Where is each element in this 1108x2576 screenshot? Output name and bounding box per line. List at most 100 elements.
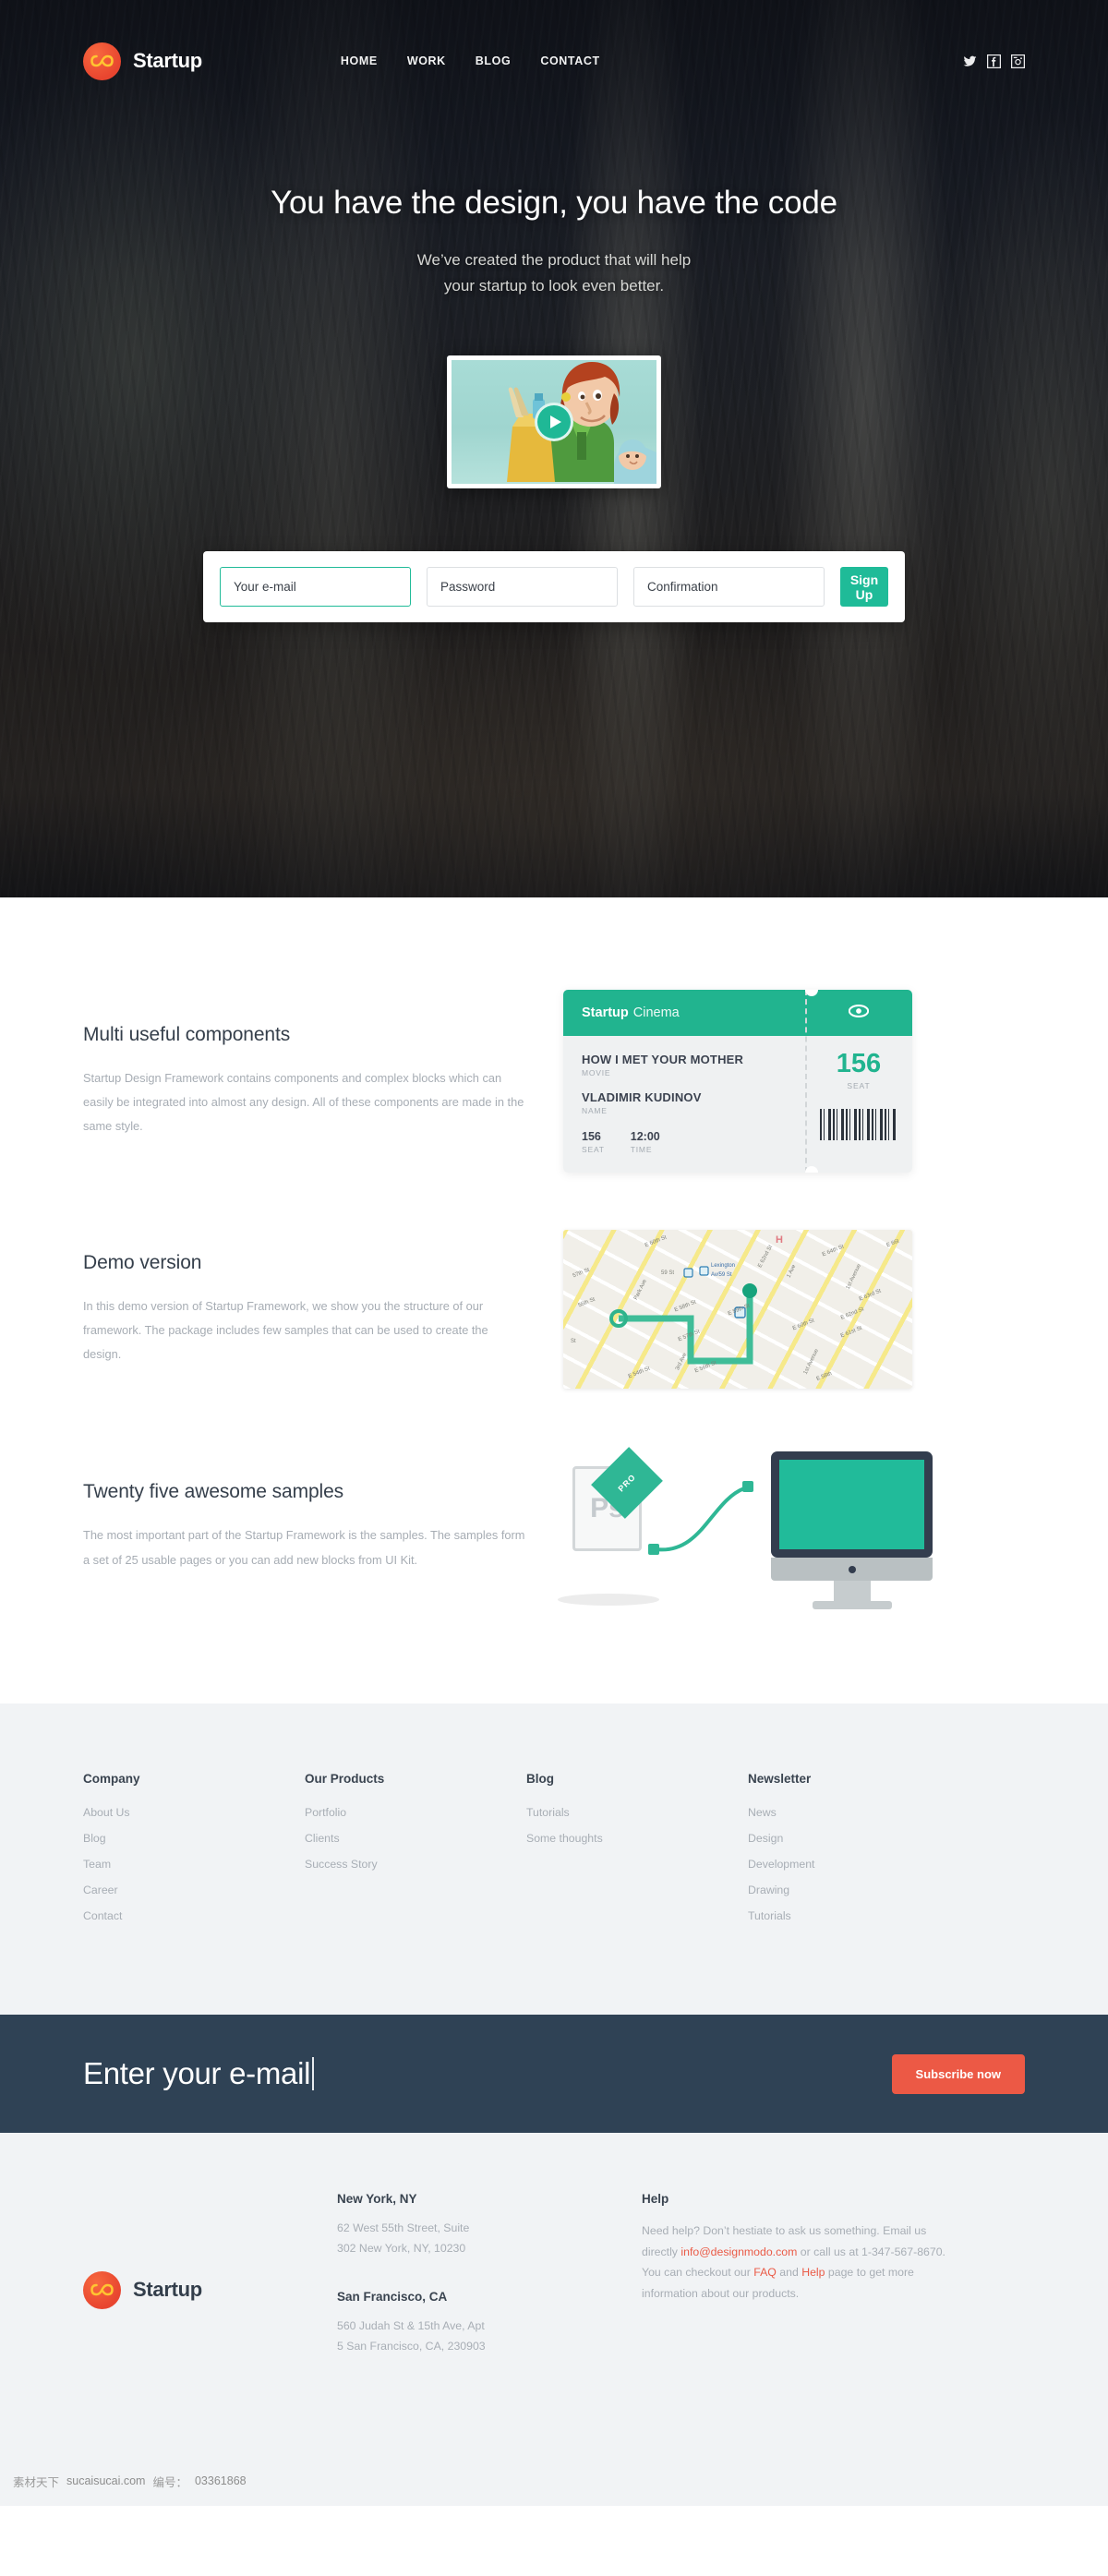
footer-link[interactable]: Success Story (305, 1858, 526, 1871)
facebook-icon[interactable] (987, 54, 1001, 68)
office-city: New York, NY (337, 2192, 417, 2206)
page-title: You have the design, you have the code (271, 185, 837, 221)
footer-link[interactable]: Career (83, 1884, 305, 1896)
landing-page: Startup HOME WORK BLOG CONTACT You have … (0, 0, 1108, 2507)
watermark-id-label: 编号： (152, 2475, 187, 2489)
footer-column-blog: Blog Tutorials Some thoughts (526, 1772, 748, 1935)
ticket-notch-bottom (805, 1166, 818, 1173)
site-header: Startup HOME WORK BLOG CONTACT (83, 0, 1025, 102)
feature-row-samples: Twenty five awesome samples The most imp… (83, 1426, 1025, 1644)
footer-column-heading: Company (83, 1772, 140, 1786)
footer-offices: New York, NY 62 West 55th Street, Suite … (337, 2192, 642, 2388)
feature-title: Twenty five awesome samples (83, 1481, 344, 1503)
twitter-icon[interactable] (963, 54, 977, 68)
features-section: Multi useful components Startup Design F… (0, 897, 1108, 1703)
feature-body: The most important part of the Startup F… (83, 1528, 525, 1567)
ticket-stub-seat-value: 156 (836, 1049, 882, 1078)
footer-link[interactable]: About Us (83, 1806, 305, 1819)
footer-column-heading: Blog (526, 1772, 554, 1786)
map-label: Lexington (711, 1263, 736, 1269)
nav-item-blog[interactable]: BLOG (476, 54, 512, 67)
newsletter-email-input[interactable]: Enter your e-mail (83, 2056, 892, 2091)
nav-item-work[interactable]: WORK (407, 54, 446, 67)
footer-link[interactable]: Portfolio (305, 1806, 526, 1819)
watermark-id-value: 03361868 (194, 2474, 247, 2488)
footer-brand-name: Startup (133, 2278, 202, 2302)
footer-links-section: Company About Us Blog Team Career Contac… (0, 1703, 1108, 2015)
footer-column-heading: Our Products (305, 1772, 385, 1786)
hero-subtitle-line-1: We’ve created the product that will help (416, 251, 692, 269)
main-navigation: HOME WORK BLOG CONTACT (341, 54, 600, 67)
footer-link[interactable]: Design (748, 1832, 970, 1845)
ticket-stub-seat-label: SEAT (847, 1081, 871, 1090)
eye-icon (848, 1004, 870, 1022)
watermark-site: sucaisucai.com (66, 2474, 146, 2488)
footer-link[interactable]: Drawing (748, 1884, 970, 1896)
social-links (963, 54, 1025, 68)
ticket-customer-name: VLADIMIR KUDINOV (582, 1090, 702, 1104)
instagram-icon[interactable] (1011, 54, 1025, 68)
video-preview-card[interactable] (447, 355, 661, 489)
brand-name: Startup (133, 49, 202, 72)
help-faq-link[interactable]: FAQ (753, 2266, 777, 2279)
barcode-icon (820, 1109, 897, 1140)
photoshop-monitor-graphic: Ps PRO (558, 1446, 933, 1609)
nav-item-contact[interactable]: CONTACT (540, 54, 599, 67)
hero-subtitle-line-2: your startup to look even better. (443, 276, 665, 295)
help-page-link[interactable]: Help (801, 2266, 825, 2279)
ticket-name-label: NAME (582, 1106, 608, 1115)
feature-body: Startup Design Framework contains compon… (83, 1070, 524, 1134)
footer-column-our-products: Our Products Portfolio Clients Success S… (305, 1772, 526, 1935)
footer-link[interactable]: Clients (305, 1832, 526, 1845)
feature-title: Multi useful components (83, 1023, 291, 1045)
infinity-icon (83, 42, 121, 80)
hero-section: Startup HOME WORK BLOG CONTACT You have … (0, 0, 1108, 897)
footer-link[interactable]: Tutorials (748, 1909, 970, 1922)
signup-form: Sign Up (203, 551, 905, 623)
footer-link[interactable]: Contact (83, 1909, 305, 1922)
help-email-link[interactable]: info@designmodo.com (680, 2245, 797, 2258)
ticket-seat-value: 156 (582, 1130, 601, 1143)
pro-label: PRO (616, 1472, 638, 1494)
newsletter-email-value: Enter your e-mail (83, 2056, 311, 2090)
svg-text:H: H (776, 1234, 783, 1246)
footer-link[interactable]: Blog (83, 1832, 305, 1845)
footer-brand-logo[interactable]: Startup (83, 2192, 337, 2388)
play-icon[interactable] (535, 403, 573, 442)
ticket-time-value: 12:00 (630, 1130, 660, 1143)
cinema-ticket-graphic: Startup Cinema HOW I MET YOUR MOTHER MOV… (563, 990, 912, 1173)
ticket-time-label: TIME (630, 1145, 653, 1154)
subscribe-button[interactable]: Subscribe now (891, 2053, 1025, 2094)
feature-body: In this demo version of Startup Framewor… (83, 1298, 488, 1362)
footer-link[interactable]: Development (748, 1858, 970, 1871)
infinity-icon (83, 2270, 121, 2309)
text-caret (312, 2057, 315, 2090)
footer-link[interactable]: News (748, 1806, 970, 1819)
ticket-movie-title: HOW I MET YOUR MOTHER (582, 1053, 744, 1066)
watermark-bar: 素材天下 sucaisucai.com 编号： 03361868 (0, 2456, 1108, 2507)
footer-link[interactable]: Team (83, 1858, 305, 1871)
email-input[interactable] (220, 567, 411, 608)
ticket-brand-light: Cinema (632, 1005, 680, 1020)
ticket-brand-bold: Startup (582, 1005, 629, 1020)
feature-row-demo: Demo version In this demo version of Sta… (83, 1210, 1025, 1426)
footer-column-newsletter: Newsletter News Design Development Drawi… (748, 1772, 970, 1935)
brand-logo[interactable]: Startup (83, 42, 202, 80)
signup-button[interactable]: Sign Up (840, 567, 888, 608)
footer-link[interactable]: Some thoughts (526, 1832, 748, 1845)
watermark-site-cn: 素材天下 (13, 2475, 60, 2489)
ticket-movie-label: MOVIE (582, 1068, 611, 1077)
map-graphic[interactable]: H E 60th St E 62nd St E 64th St E 66t 57… (563, 1230, 912, 1389)
newsletter-section: Enter your e-mail Subscribe now (0, 2015, 1108, 2133)
help-text-part-3: and (776, 2266, 802, 2280)
help-heading: Help (642, 2192, 669, 2206)
office-city: San Francisco, CA (337, 2290, 448, 2305)
nav-item-home[interactable]: HOME (341, 54, 378, 67)
hero-subtitle: We’ve created the product that will help… (0, 247, 1108, 298)
footer-link[interactable]: Tutorials (526, 1806, 748, 1819)
confirmation-input[interactable] (633, 567, 825, 608)
monitor-icon (771, 1451, 933, 1609)
map-label: 59 St (661, 1270, 675, 1276)
password-input[interactable] (427, 567, 618, 608)
office-address: 560 Judah St & 15th Ave, Apt 5 San Franc… (337, 2319, 486, 2353)
